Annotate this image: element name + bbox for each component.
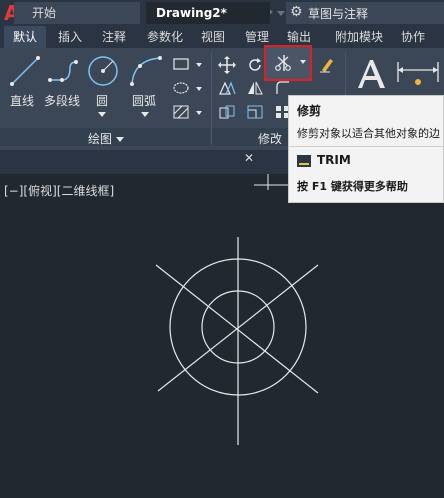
draw-panel-title[interactable]: 绘图 <box>88 130 125 147</box>
tab-annotate[interactable]: 注释 <box>94 26 134 48</box>
trim-tooltip: 修剪 修剪对象以适合其他对象的边 TRIM 按 F1 键获得更多帮助 <box>288 95 444 203</box>
arc-tool-icon[interactable] <box>128 54 164 88</box>
copy-tool-icon[interactable] <box>218 80 236 96</box>
rotate-tool-icon[interactable] <box>246 56 264 74</box>
hatch-dropdown-chevron-icon[interactable] <box>196 111 202 115</box>
rectangle-dropdown-chevron-icon[interactable] <box>196 63 202 67</box>
draw-panel-chevron-icon <box>116 137 125 142</box>
line-tool-label[interactable]: 直线 <box>10 92 34 109</box>
tab-insert[interactable]: 插入 <box>50 26 90 48</box>
command-prompt-icon <box>297 155 311 167</box>
hatch-tool-icon[interactable] <box>172 104 190 120</box>
redo-dropdown-chevron-icon[interactable] <box>277 4 285 20</box>
doctab-drawing[interactable]: Drawing2* <box>146 2 270 24</box>
rectangle-tool-icon[interactable] <box>172 56 190 72</box>
line-tool-icon[interactable] <box>8 54 42 88</box>
modify-panel-title[interactable]: 修改 <box>258 130 282 147</box>
mirror-tool-icon[interactable] <box>246 80 264 96</box>
tooltip-title: 修剪 <box>297 104 322 118</box>
tab-default[interactable]: 默认 <box>4 26 46 48</box>
ellipse-tool-icon[interactable] <box>172 80 190 96</box>
polyline-tool-label[interactable]: 多段线 <box>44 92 80 109</box>
erase-tool-icon[interactable] <box>318 56 336 74</box>
tab-parametric[interactable]: 参数化 <box>140 26 190 48</box>
gear-icon: ⚙ <box>290 4 303 20</box>
text-tool-icon[interactable] <box>354 56 388 92</box>
scale-tool-icon[interactable] <box>246 104 264 120</box>
workspace-selector[interactable]: ⚙ 草图与注释 <box>286 2 444 24</box>
tab-addins[interactable]: 附加模块 <box>328 26 390 48</box>
workspace-label: 草图与注释 <box>308 7 369 21</box>
circle-tool-label[interactable]: 圆 <box>96 92 108 109</box>
drawing-geometry[interactable] <box>0 174 444 498</box>
circle-tool-icon[interactable] <box>86 54 120 88</box>
ribbon-tab-bar: 默认 插入 注释 参数化 视图 管理 输出 附加模块 协作 <box>0 26 444 48</box>
polyline-tool-icon[interactable] <box>46 54 82 88</box>
doctab-start[interactable]: 开始 <box>14 2 140 24</box>
scissors-icon <box>275 55 291 71</box>
move-tool-icon[interactable] <box>218 56 236 74</box>
fillet-tool-icon[interactable] <box>274 80 292 96</box>
tooltip-description: 修剪对象以适合其他对象的边 <box>297 127 440 140</box>
trim-button[interactable] <box>264 45 312 81</box>
circle-dropdown-chevron-icon[interactable] <box>98 112 106 117</box>
tooltip-command: TRIM <box>317 153 351 167</box>
trim-dropdown-chevron-icon[interactable] <box>300 60 306 64</box>
close-icon[interactable]: ✕ <box>244 151 254 165</box>
stretch-tool-icon[interactable] <box>218 104 236 120</box>
arc-tool-label[interactable]: 圆弧 <box>132 92 156 109</box>
tab-view[interactable]: 视图 <box>196 26 230 48</box>
arc-dropdown-chevron-icon[interactable] <box>141 112 149 117</box>
tooltip-help: 按 F1 键获得更多帮助 <box>297 180 408 193</box>
tooltip-divider <box>289 146 443 147</box>
ellipse-dropdown-chevron-icon[interactable] <box>196 87 202 91</box>
dimension-tool-icon[interactable] <box>394 56 444 92</box>
tab-collaborate[interactable]: 协作 <box>396 26 430 48</box>
